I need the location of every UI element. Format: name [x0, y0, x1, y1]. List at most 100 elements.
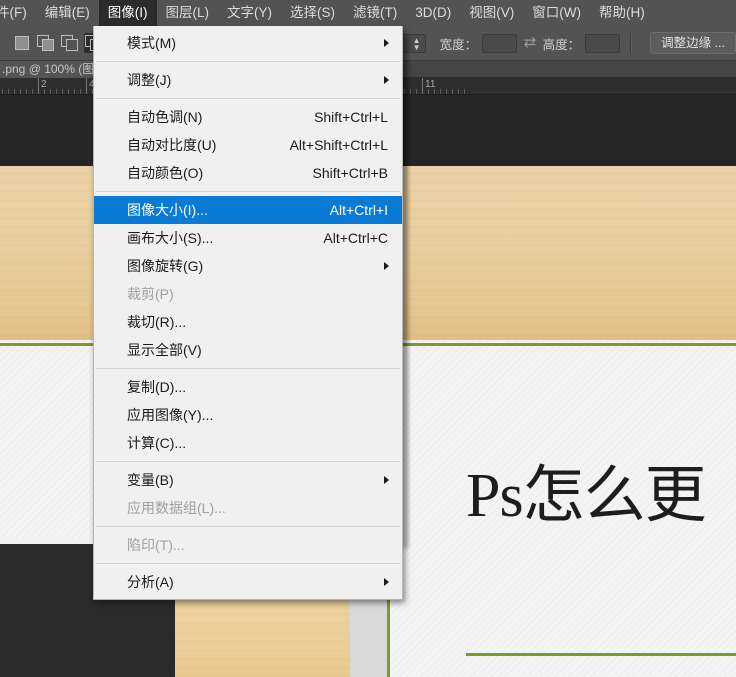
menu-item-15[interactable]: 复制(D)...	[94, 373, 402, 401]
menu-item-shortcut: Alt+Ctrl+C	[323, 230, 388, 246]
menu-separator	[96, 526, 400, 527]
menu-item-label: 自动颜色(O)	[127, 165, 204, 181]
menu-item-24[interactable]: 分析(A)	[94, 568, 402, 596]
menu-item-label: 计算(C)...	[127, 435, 187, 451]
menubar-item-10[interactable]: 帮助(H)	[590, 0, 654, 26]
image-gray-strip	[350, 589, 387, 677]
menubar-item-label: 滤镜(T)	[353, 5, 398, 20]
menu-separator	[96, 461, 400, 462]
menubar-item-6[interactable]: 滤镜(T)	[344, 0, 406, 26]
ruler-number: 2	[41, 79, 47, 90]
menu-item-17[interactable]: 计算(C)...	[94, 429, 402, 457]
menubar-item-4[interactable]: 文字(Y)	[218, 0, 281, 26]
menu-item-20: 应用数据组(L)...	[94, 494, 402, 522]
menu-item-12[interactable]: 裁切(R)...	[94, 308, 402, 336]
menubar-item-label: 文字(Y)	[227, 5, 272, 20]
menu-item-label: 分析(A)	[127, 574, 174, 590]
menubar-item-label: 帮助(H)	[598, 5, 645, 20]
menubar-item-label: 选择(S)	[290, 5, 335, 20]
photoshop-window: 件(F) 编辑(E) 图像(I) 图层(L) 文字(Y) 选择(S) 滤镜(T) 3D(D) 视…	[0, 0, 736, 677]
menu-item-label: 显示全部(V)	[127, 342, 202, 358]
menubar-item-label: 3D(D)	[415, 5, 452, 20]
menu-item-label: 裁剪(P)	[127, 286, 174, 302]
headline-text: Ps怎么更	[466, 462, 707, 530]
menu-drop-shadow	[403, 38, 408, 548]
menu-item-22: 陷印(T)...	[94, 531, 402, 559]
menubar-item-0[interactable]: 件(F)	[0, 0, 36, 26]
height-input[interactable]	[585, 33, 621, 53]
menu-item-label: 自动色调(N)	[127, 109, 203, 125]
menu-item-label: 应用数据组(L)...	[127, 500, 226, 516]
selection-mode-subtract-from-selection[interactable]	[60, 33, 80, 53]
menu-item-shortcut: Alt+Ctrl+I	[329, 202, 388, 218]
refine-edge-button[interactable]: 调整边缘 ...	[650, 32, 736, 54]
chevron-right-icon	[384, 76, 389, 84]
selection-mode-new-selection[interactable]	[12, 33, 32, 53]
menubar-item-9[interactable]: 窗口(W)	[523, 0, 590, 26]
menu-item-9[interactable]: 画布大小(S)... Alt+Ctrl+C	[94, 224, 402, 252]
selection-mode-group	[12, 33, 104, 53]
menu-item-2[interactable]: 调整(J)	[94, 66, 402, 94]
menubar-item-1[interactable]: 编辑(E)	[36, 0, 99, 26]
square-glyph	[15, 36, 29, 50]
menu-separator	[96, 98, 400, 99]
menu-item-label: 模式(M)	[127, 35, 176, 51]
menu-item-8[interactable]: 图像大小(I)... Alt+Ctrl+I	[94, 196, 402, 224]
menu-item-label: 图像大小(I)...	[127, 202, 208, 218]
menu-item-5[interactable]: 自动对比度(U) Alt+Shift+Ctrl+L	[94, 131, 402, 159]
menu-separator	[96, 563, 400, 564]
menu-item-11: 裁剪(P)	[94, 280, 402, 308]
menubar-item-label: 图层(L)	[165, 5, 210, 20]
height-label: 高度：	[542, 37, 581, 52]
menu-item-label: 画布大小(S)...	[127, 230, 214, 246]
menu-item-shortcut: Shift+Ctrl+B	[312, 165, 388, 181]
menu-separator	[96, 191, 400, 192]
chevron-right-icon	[384, 39, 389, 47]
menubar-item-label: 视图(V)	[469, 5, 515, 20]
menu-separator	[96, 368, 400, 369]
selection-mode-add-to-selection[interactable]	[36, 33, 56, 53]
menu-item-16[interactable]: 应用图像(Y)...	[94, 401, 402, 429]
width-input[interactable]	[482, 33, 518, 53]
menubar-item-2[interactable]: 图像(I)	[98, 0, 157, 26]
menu-item-0[interactable]: 模式(M)	[94, 29, 402, 57]
menu-item-shortcut: Shift+Ctrl+L	[314, 109, 388, 125]
menu-item-label: 陷印(T)...	[127, 537, 185, 553]
chevron-right-icon	[384, 578, 389, 586]
menu-item-19[interactable]: 变量(B)	[94, 466, 402, 494]
menu-item-label: 图像旋转(G)	[127, 258, 204, 274]
stepper-arrows-icon: ▲ ▼	[412, 35, 421, 52]
menubar-item-label: 件(F)	[0, 5, 27, 20]
menu-item-label: 复制(D)...	[127, 379, 187, 395]
menu-item-10[interactable]: 图像旋转(G)	[94, 252, 402, 280]
accent-rule-middle	[466, 653, 736, 656]
menu-item-label: 自动对比度(U)	[127, 137, 217, 153]
menu-item-13[interactable]: 显示全部(V)	[94, 336, 402, 364]
square-glyph	[42, 39, 54, 51]
menu-item-4[interactable]: 自动色调(N) Shift+Ctrl+L	[94, 103, 402, 131]
square-glyph	[66, 39, 78, 51]
menu-item-6[interactable]: 自动颜色(O) Shift+Ctrl+B	[94, 159, 402, 187]
menubar-item-label: 窗口(W)	[532, 5, 581, 20]
menu-item-shortcut: Alt+Shift+Ctrl+L	[289, 137, 388, 153]
menubar-item-7[interactable]: 3D(D)	[406, 0, 460, 26]
document-tab[interactable]: .png @ 100% (图	[0, 61, 101, 78]
image-menu-dropdown: 模式(M) 调整(J) 自动色调(N) Shift+Ctrl+L 自动对比度(U) Alt…	[93, 26, 403, 600]
menu-item-label: 调整(J)	[127, 72, 172, 88]
menubar-item-8[interactable]: 视图(V)	[460, 0, 523, 26]
options-divider-2	[630, 33, 633, 53]
image-headline: Ps怎么更	[466, 459, 707, 533]
menu-separator	[96, 61, 400, 62]
chevron-right-icon	[384, 262, 389, 270]
chevron-right-icon	[384, 476, 389, 484]
menubar-item-label: 图像(I)	[107, 5, 148, 20]
menubar-item-5[interactable]: 选择(S)	[281, 0, 344, 26]
swap-width-height-icon[interactable]: ⇄	[523, 33, 537, 53]
menu-bar: 件(F) 编辑(E) 图像(I) 图层(L) 文字(Y) 选择(S) 滤镜(T) 3D(D) 视…	[0, 0, 736, 26]
menu-item-label: 应用图像(Y)...	[127, 407, 214, 423]
menu-item-label: 裁切(R)...	[127, 314, 187, 330]
menubar-item-3[interactable]: 图层(L)	[157, 0, 219, 26]
width-label: 宽度：	[439, 37, 478, 52]
menu-item-label: 变量(B)	[127, 472, 174, 488]
menubar-item-label: 编辑(E)	[44, 5, 90, 20]
